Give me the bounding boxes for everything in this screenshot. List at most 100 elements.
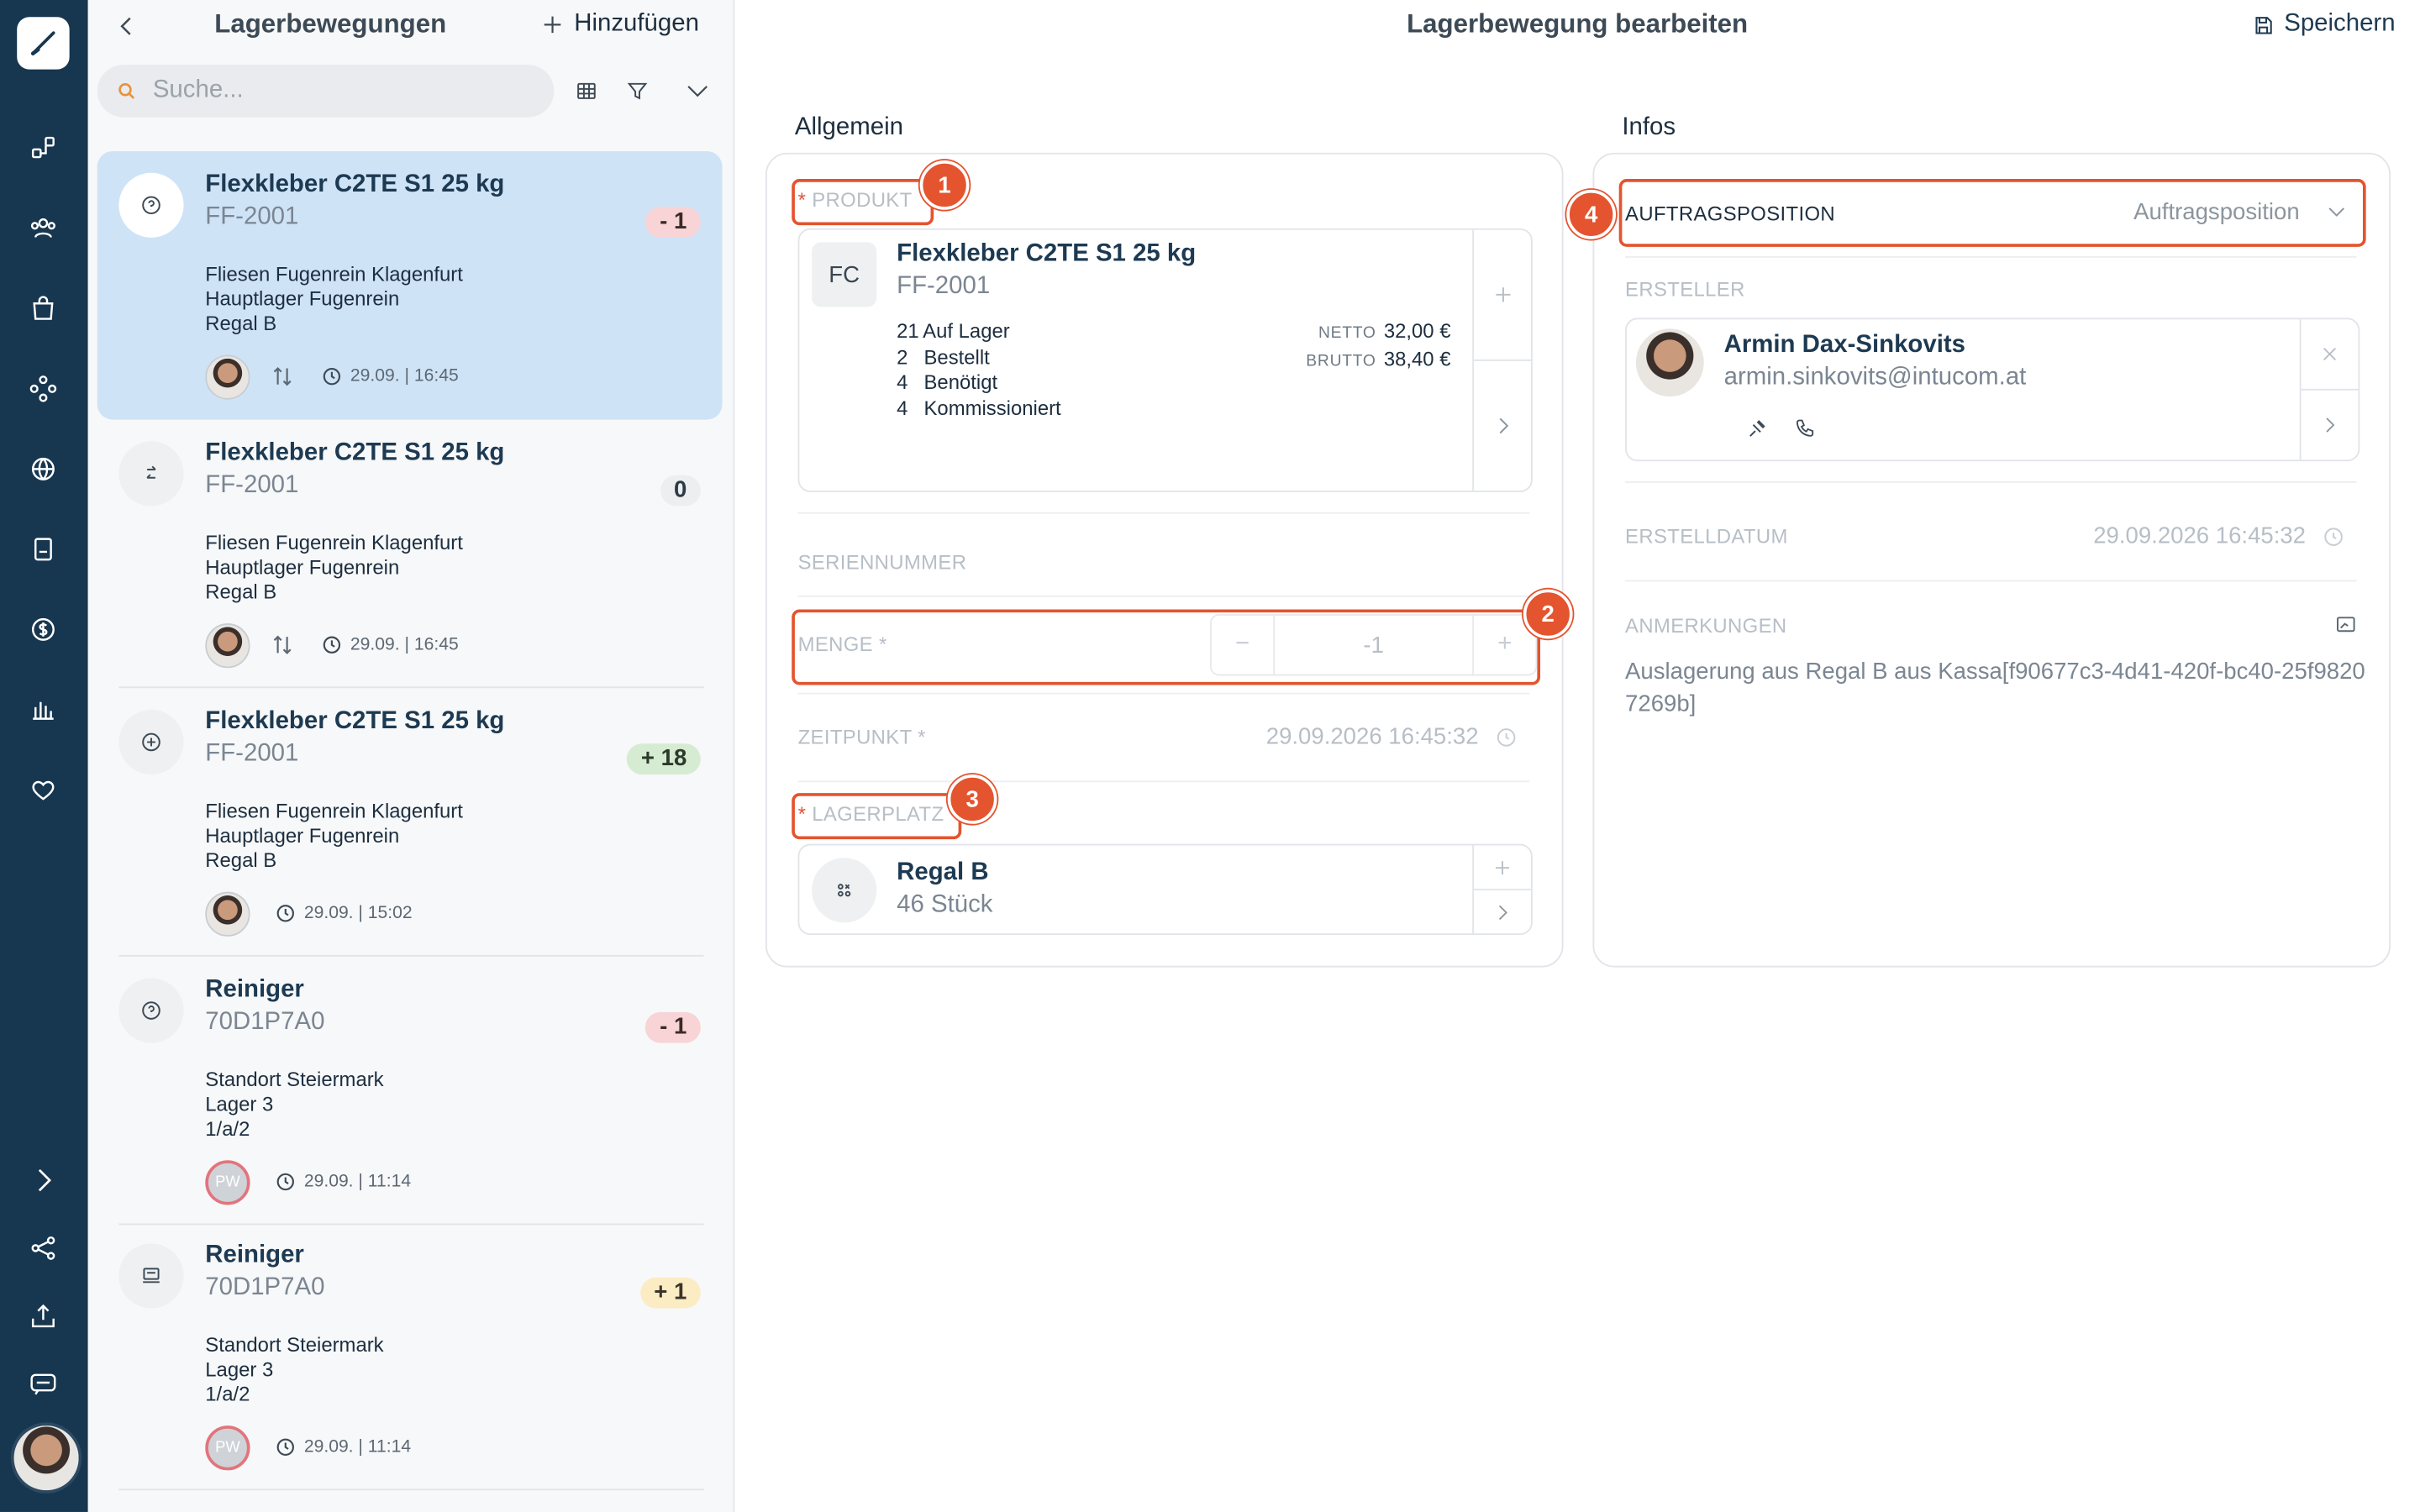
chevron-right-icon[interactable] <box>2302 391 2359 460</box>
clock-icon <box>275 1436 297 1458</box>
item-name: Flexkleber C2TE S1 25 kg <box>205 171 505 198</box>
plus-circle-icon <box>118 709 184 775</box>
upload-icon[interactable] <box>24 1298 61 1335</box>
add-button[interactable]: Hinzufügen <box>540 11 699 39</box>
filter-icon[interactable] <box>622 76 653 107</box>
transfer-icon <box>118 441 184 507</box>
search-input[interactable] <box>150 75 511 107</box>
section-info-heading: Infos <box>1622 113 1676 141</box>
heart-icon[interactable] <box>24 771 61 808</box>
plus-icon <box>544 16 561 34</box>
quantity-badge: + 1 <box>639 1277 701 1309</box>
back-icon[interactable] <box>113 9 140 43</box>
product-stock: 21 Auf Lager 2 Bestellt 4 Benötigt 4 Kom… <box>897 319 1061 419</box>
item-code: 70D1P7A0 <box>205 1274 325 1301</box>
swap-icon <box>269 363 297 391</box>
workflow-icon[interactable] <box>24 129 61 166</box>
current-user-avatar[interactable] <box>10 1422 82 1494</box>
item-time: 29.09. | 16:45 <box>350 635 459 654</box>
movement-list-pane: Lagerbewegungen Hinzufügen Flexkleber C2… <box>87 0 735 1512</box>
order-position-select[interactable]: Auftragsposition <box>2133 199 2300 225</box>
list-item[interactable]: Flexkleber C2TE S1 25 kg FF-2001 - 1 Fli… <box>97 150 723 420</box>
location-name: Regal B <box>897 859 989 886</box>
creator-card[interactable]: Armin Dax-Sinkovits armin.sinkovits@intu… <box>1625 318 2360 462</box>
chevron-down-icon[interactable] <box>2324 199 2349 223</box>
item-meta: 29.09. | 16:45 <box>205 622 459 668</box>
user-avatar <box>205 622 250 668</box>
creator-label: ERSTELLER <box>1625 277 1745 302</box>
annotation-badge-1: 1 <box>919 160 970 210</box>
plus-icon[interactable] <box>1474 846 1531 889</box>
search-box <box>97 65 555 118</box>
messages-icon[interactable] <box>24 1365 61 1402</box>
expand-icon[interactable] <box>24 1162 61 1199</box>
share-icon[interactable] <box>24 1230 61 1267</box>
item-meta: 29.09. | 15:02 <box>205 890 413 936</box>
general-panel: * PRODUKT 1 FC Flexkleber C2TE S1 25 kg … <box>765 152 1573 968</box>
divider <box>118 1488 704 1491</box>
item-location: Fliesen Fugenrein Klagenfurt Hauptlager F… <box>205 262 463 335</box>
item-name: Reiniger <box>205 1242 304 1268</box>
quantity-stepper[interactable]: − -1 + <box>1209 614 1538 676</box>
notes-text[interactable]: Auslagerung aus Regal B aus Kassa[f90677… <box>1625 656 2366 721</box>
item-code: FF-2001 <box>205 472 299 499</box>
quantity-value[interactable]: -1 <box>1273 615 1475 675</box>
quantity-badge: - 1 <box>645 207 701 238</box>
clock-icon <box>275 902 297 924</box>
item-code: 70D1P7A0 <box>205 1009 325 1036</box>
user-avatar <box>205 890 250 936</box>
item-time: 29.09. | 16:45 <box>350 367 459 386</box>
clock-icon <box>321 365 343 387</box>
quantity-label: MENGE * <box>797 633 887 656</box>
location-card[interactable]: Regal B 46 Stück <box>797 843 1533 936</box>
table-view-icon[interactable] <box>571 76 602 107</box>
item-location: Standort Steiermark Lager 3 1/a/2 <box>205 1332 384 1406</box>
globe-icon[interactable] <box>24 450 61 487</box>
product-actions <box>1472 229 1532 491</box>
save-label: Speichern <box>2284 10 2396 38</box>
annotation-badge-3: 3 <box>947 774 997 824</box>
user-avatar: PW <box>205 1159 250 1205</box>
add-label: Hinzufügen <box>574 10 699 38</box>
chevron-right-icon[interactable] <box>1474 890 1531 933</box>
list-header: Lagerbewegungen Hinzufügen <box>88 0 734 55</box>
money-icon[interactable] <box>24 611 61 648</box>
list-item[interactable]: Flexkleber C2TE S1 25 kg FF-2001 + 18 Fl… <box>97 688 723 957</box>
highlight-box-1 <box>792 179 934 226</box>
chart-icon[interactable] <box>24 691 61 728</box>
save-icon <box>2255 16 2272 34</box>
item-location: Standort Steiermark Lager 3 1/a/2 <box>205 1067 384 1141</box>
notes-label: ANMERKUNGEN <box>1625 614 1787 638</box>
item-location: Fliesen Fugenrein Klagenfurt Hauptlager F… <box>205 530 463 604</box>
quantity-badge: - 1 <box>645 1011 701 1043</box>
creator-actions <box>2299 319 2359 460</box>
components-icon[interactable] <box>24 370 61 407</box>
time-value[interactable]: 29.09.2026 16:45:32 <box>1266 723 1479 749</box>
list-item[interactable]: Reiniger 70D1P7A0 + 1 Standort Steiermar… <box>97 1222 723 1491</box>
order-position-label: AUFTRAGSPOSITION <box>1625 202 1836 226</box>
plus-icon[interactable] <box>1474 230 1531 360</box>
annotation-badge-2: 2 <box>1523 589 1573 639</box>
shopping-bag-icon[interactable] <box>24 290 61 327</box>
chevron-right-icon[interactable] <box>1474 361 1531 491</box>
creator-avatar <box>1635 328 1704 397</box>
image-icon[interactable] <box>2333 612 2358 637</box>
clock-icon[interactable] <box>1494 725 1518 749</box>
decrement-button[interactable]: − <box>1212 616 1273 675</box>
product-code: FF-2001 <box>897 273 991 300</box>
save-button[interactable]: Speichern <box>2252 11 2396 39</box>
item-code: FF-2001 <box>205 203 299 230</box>
list-item[interactable]: Reiniger 70D1P7A0 - 1 Standort Steiermar… <box>97 957 723 1226</box>
close-icon[interactable] <box>2302 319 2359 389</box>
product-card[interactable]: FC Flexkleber C2TE S1 25 kg FF-2001 21 A… <box>797 228 1533 492</box>
book-icon[interactable] <box>24 531 61 568</box>
list-item[interactable]: Flexkleber C2TE S1 25 kg FF-2001 0 Flies… <box>97 420 723 689</box>
phone-icon[interactable] <box>1793 417 1818 441</box>
team-icon[interactable] <box>24 210 61 247</box>
annotation-badge-4: 4 <box>1566 189 1617 239</box>
detail-pane: Lagerbewegung bearbeiten Speichern Allge… <box>734 0 2420 1512</box>
chevron-down-icon[interactable] <box>682 76 713 107</box>
creator-name: Armin Dax-Sinkovits <box>1723 331 1966 359</box>
contact-icon[interactable] <box>1744 417 1768 441</box>
brush-logo-icon[interactable] <box>17 17 70 70</box>
